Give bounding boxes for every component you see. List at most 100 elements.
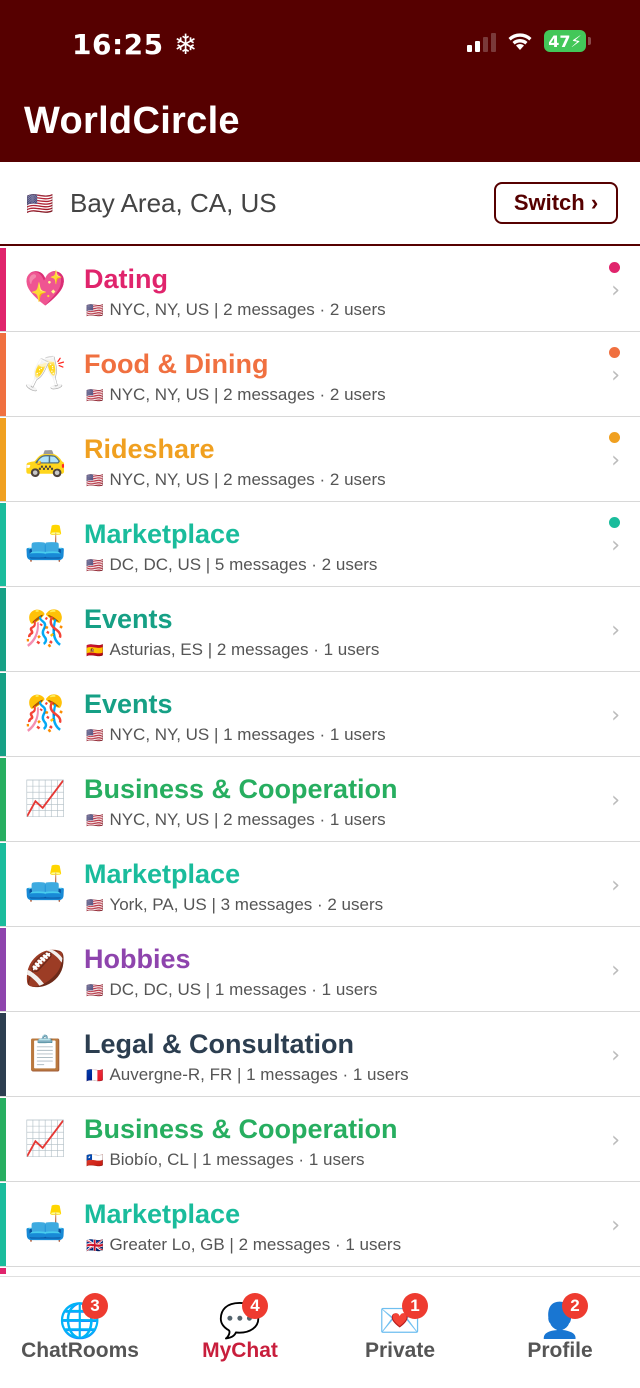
chevron-right-icon: ›	[611, 278, 620, 303]
country-flag-icon: 🇫🇷	[86, 1067, 104, 1083]
confetti-ball-icon: 🎊	[24, 610, 67, 648]
chevron-right-icon: ›	[611, 1128, 620, 1153]
room-stats: Greater Lo, GB | 2 messages · 1 users	[109, 1235, 402, 1254]
clipboard-icon: 📋	[24, 1035, 67, 1073]
category-color-stripe	[0, 843, 6, 926]
status-time: 16:25 ❄	[72, 28, 198, 61]
room-subtitle: 🇪🇸 Asturias, ES | 2 messages · 1 users	[86, 640, 379, 660]
country-flag-icon: 🇺🇸	[86, 302, 104, 318]
room-stats: DC, DC, US | 1 messages · 1 users	[109, 980, 378, 999]
couch-lamp-icon: 🛋️	[24, 525, 67, 563]
us-flag-icon: 🇺🇸	[26, 191, 54, 216]
tab-private[interactable]: 💌 1 Private	[320, 1277, 480, 1388]
chart-increasing-icon: 📈	[24, 1120, 67, 1158]
chevron-right-icon: ›	[611, 958, 620, 983]
unread-dot	[609, 262, 620, 273]
category-color-stripe	[0, 1183, 6, 1266]
category-color-stripe	[0, 1268, 6, 1274]
country-flag-icon: 🇺🇸	[86, 387, 104, 403]
country-flag-icon: 🇺🇸	[86, 472, 104, 488]
room-title: Business & Cooperation	[84, 1114, 398, 1144]
switch-location-button[interactable]: Switch ›	[494, 182, 618, 224]
chart-increasing-icon: 📈	[24, 780, 67, 818]
chevron-right-icon: ›	[611, 788, 620, 813]
chat-room-row[interactable]: 🎊 Events 🇪🇸 Asturias, ES | 2 messages · 1 u…	[0, 588, 640, 672]
room-subtitle: 🇺🇸 DC, DC, US | 1 messages · 1 users	[86, 980, 377, 1000]
taxi-icon: 🚕	[24, 440, 67, 478]
category-color-stripe	[0, 248, 6, 331]
location-bar: 🇺🇸 Bay Area, CA, US Switch ›	[0, 162, 640, 246]
room-title: Food & Dining	[84, 349, 269, 379]
country-flag-icon: 🇺🇸	[86, 812, 104, 828]
chevron-right-icon: ›	[611, 1213, 620, 1238]
tab-label: ChatRooms	[21, 1339, 139, 1362]
category-color-stripe	[0, 1098, 6, 1181]
room-title: Marketplace	[84, 1199, 241, 1229]
tab-label: Private	[364, 1339, 436, 1362]
chat-room-row[interactable]: 📈 Business & Cooperation 🇺🇸 NYC, NY, US | 2…	[0, 758, 640, 842]
chat-room-row[interactable]: 🥂 Food & Dining 🇺🇸 NYC, NY, US | 2 messages…	[0, 333, 640, 417]
unread-dot	[609, 347, 620, 358]
room-stats: DC, DC, US | 5 messages · 2 users	[109, 555, 378, 574]
chat-room-row[interactable]: 🚕 Rideshare 🇺🇸 NYC, NY, US | 2 messages · 2…	[0, 418, 640, 502]
room-title: Rideshare	[84, 434, 215, 464]
country-flag-icon: 🇺🇸	[86, 727, 104, 743]
room-stats: Asturias, ES | 2 messages · 1 users	[109, 640, 380, 659]
room-subtitle: 🇺🇸 NYC, NY, US | 2 messages · 2 users	[86, 470, 386, 490]
bottom-tab-bar: 🌐 3 ChatRooms 💬 4 MyChat 💌 1 Private 👤 2 Profile	[0, 1276, 640, 1388]
country-flag-icon: 🇬🇧	[86, 1237, 104, 1253]
chat-room-row[interactable]: 📈 Business & Cooperation 🇨🇱 Biobío, CL | 1 …	[0, 1098, 640, 1182]
category-color-stripe	[0, 758, 6, 841]
current-location: Bay Area, CA, US	[70, 188, 277, 218]
room-stats: NYC, NY, US | 2 messages · 1 users	[109, 810, 386, 829]
notification-badge: 4	[242, 1293, 268, 1319]
room-subtitle: 🇺🇸 DC, DC, US | 5 messages · 2 users	[86, 555, 377, 575]
room-title: Dating	[84, 264, 168, 294]
tab-chatrooms[interactable]: 🌐 3 ChatRooms	[0, 1277, 160, 1388]
chat-room-row[interactable]: 🛋️ Marketplace 🇺🇸 York, PA, US | 3 messages…	[0, 843, 640, 927]
category-color-stripe	[0, 673, 6, 756]
confetti-ball-icon: 🎊	[24, 695, 67, 733]
chat-room-list: 💖 Dating 🇺🇸 NYC, NY, US | 2 messages · 2 us…	[0, 248, 640, 1274]
room-stats: NYC, NY, US | 2 messages · 2 users	[109, 470, 386, 489]
notification-badge: 2	[562, 1293, 588, 1319]
room-title: Legal & Consultation	[84, 1029, 354, 1059]
unread-dot	[609, 432, 620, 443]
room-subtitle: 🇺🇸 NYC, NY, US | 2 messages · 2 users	[86, 385, 386, 405]
chat-room-row[interactable]: 📋 Legal & Consultation 🇫🇷 Auvergne-R, FR | …	[0, 1013, 640, 1097]
chevron-right-icon: ›	[611, 618, 620, 643]
room-stats: Auvergne-R, FR | 1 messages · 1 users	[109, 1065, 409, 1084]
chevron-right-icon: ›	[611, 533, 620, 558]
category-color-stripe	[0, 1013, 6, 1096]
unread-dot	[609, 517, 620, 528]
category-color-stripe	[0, 588, 6, 671]
wifi-icon	[506, 30, 534, 52]
couch-lamp-icon: 🛋️	[24, 1205, 67, 1243]
chat-room-row[interactable]: 🛋️ Marketplace 🇺🇸 DC, DC, US | 5 messages ·…	[0, 503, 640, 587]
room-subtitle: 🇫🇷 Auvergne-R, FR | 1 messages · 1 users	[86, 1065, 409, 1085]
chat-room-row[interactable]: 💖 Dating 🇺🇸 NYC, NY, US | 2 messages · 2 us…	[0, 248, 640, 332]
country-flag-icon: 🇪🇸	[86, 642, 104, 658]
sparkling-heart-icon: 💖	[24, 270, 67, 308]
app-title: WorldCircle	[24, 100, 240, 142]
room-subtitle: 🇬🇧 Greater Lo, GB | 2 messages · 1 users	[86, 1235, 401, 1255]
chat-room-row[interactable]: 🛋️ Marketplace 🇬🇧 Greater Lo, GB | 2 messag…	[0, 1183, 640, 1267]
room-stats: NYC, NY, US | 2 messages · 2 users	[109, 300, 386, 319]
chat-room-row[interactable]	[0, 1268, 640, 1274]
chat-room-row[interactable]: 🏈 Hobbies 🇺🇸 DC, DC, US | 1 messages · 1 us…	[0, 928, 640, 1012]
country-flag-icon: 🇺🇸	[86, 557, 104, 573]
room-title: Business & Cooperation	[84, 774, 398, 804]
room-subtitle: 🇨🇱 Biobío, CL | 1 messages · 1 users	[86, 1150, 365, 1170]
chevron-right-icon: ›	[611, 873, 620, 898]
room-title: Events	[84, 689, 173, 719]
category-color-stripe	[0, 928, 6, 1011]
tab-profile[interactable]: 👤 2 Profile	[480, 1277, 640, 1388]
chat-room-row[interactable]: 🎊 Events 🇺🇸 NYC, NY, US | 1 messages · 1 us…	[0, 673, 640, 757]
room-stats: York, PA, US | 3 messages · 2 users	[109, 895, 384, 914]
room-subtitle: 🇺🇸 NYC, NY, US | 1 messages · 1 users	[86, 725, 386, 745]
tab-mychat[interactable]: 💬 4 MyChat	[160, 1277, 320, 1388]
room-title: Marketplace	[84, 519, 241, 549]
room-title: Hobbies	[84, 944, 191, 974]
category-color-stripe	[0, 333, 6, 416]
country-flag-icon: 🇺🇸	[86, 897, 104, 913]
